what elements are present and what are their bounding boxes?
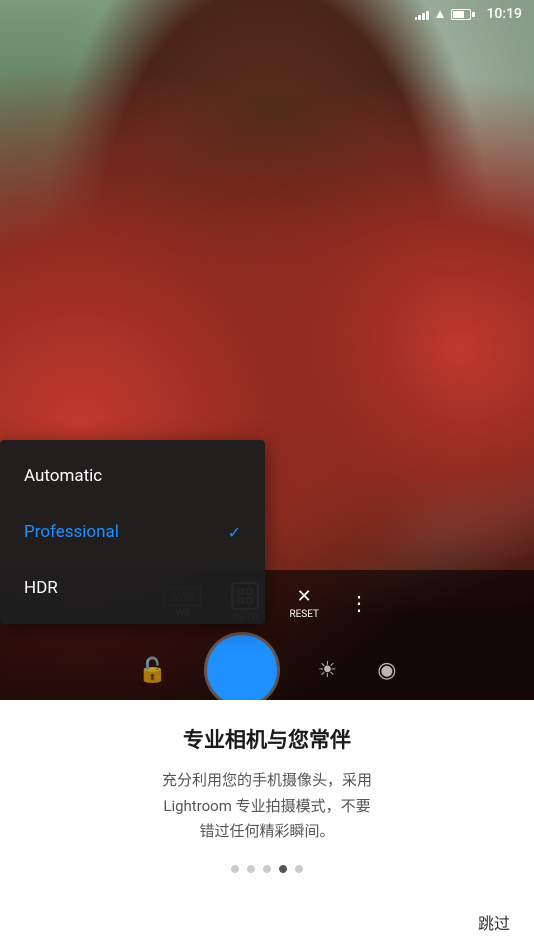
onboarding-panel: 专业相机与您常伴 充分利用您的手机摄像头，采用Lightroom 专业拍摄模式，…: [0, 700, 534, 950]
professional-label: Professional: [24, 522, 119, 542]
shutter-button[interactable]: [207, 635, 277, 700]
lock-icon: 🔓: [138, 656, 168, 684]
signal-icon: [415, 9, 429, 20]
status-bar: ▲ 10:19: [0, 0, 534, 28]
camera-controls-bottom: 🔓 ☀ ◉: [0, 631, 534, 700]
reset-control[interactable]: ✕ RESET: [289, 586, 319, 620]
status-time: 10:19: [486, 6, 522, 22]
exposure-button[interactable]: ☀: [317, 658, 337, 683]
page-dots: [231, 865, 303, 873]
dot-2: [247, 865, 255, 873]
dot-3: [263, 865, 271, 873]
wifi-icon: ▲: [434, 6, 447, 22]
wb-button[interactable]: ◉: [377, 658, 396, 683]
dropdown-item-professional[interactable]: Professional ✓: [0, 504, 265, 560]
dropdown-item-hdr[interactable]: HDR: [0, 560, 265, 616]
battery-icon: [451, 9, 475, 20]
mode-dropdown: Automatic Professional ✓ HDR: [0, 440, 265, 624]
status-icons: ▲ 10:19: [415, 6, 522, 22]
onboarding-title: 专业相机与您常伴: [183, 724, 351, 754]
check-icon: ✓: [228, 523, 241, 542]
dot-1: [231, 865, 239, 873]
reset-label: RESET: [289, 609, 319, 620]
dropdown-item-automatic[interactable]: Automatic: [0, 448, 265, 504]
dot-5: [295, 865, 303, 873]
more-control[interactable]: ⋮: [349, 591, 370, 615]
hdr-label: HDR: [24, 578, 58, 598]
dot-4: [279, 865, 287, 873]
automatic-label: Automatic: [24, 466, 102, 486]
whitebalance-icon: ◉: [377, 658, 396, 683]
lock-button[interactable]: 🔓: [138, 656, 168, 684]
onboarding-description: 充分利用您的手机摄像头，采用Lightroom 专业拍摄模式，不要错过任何精彩瞬…: [162, 768, 372, 845]
close-icon: ✕: [297, 586, 312, 607]
sun-icon: ☀: [317, 658, 337, 683]
skip-button[interactable]: 跳过: [478, 910, 510, 934]
more-icon: ⋮: [349, 591, 370, 615]
